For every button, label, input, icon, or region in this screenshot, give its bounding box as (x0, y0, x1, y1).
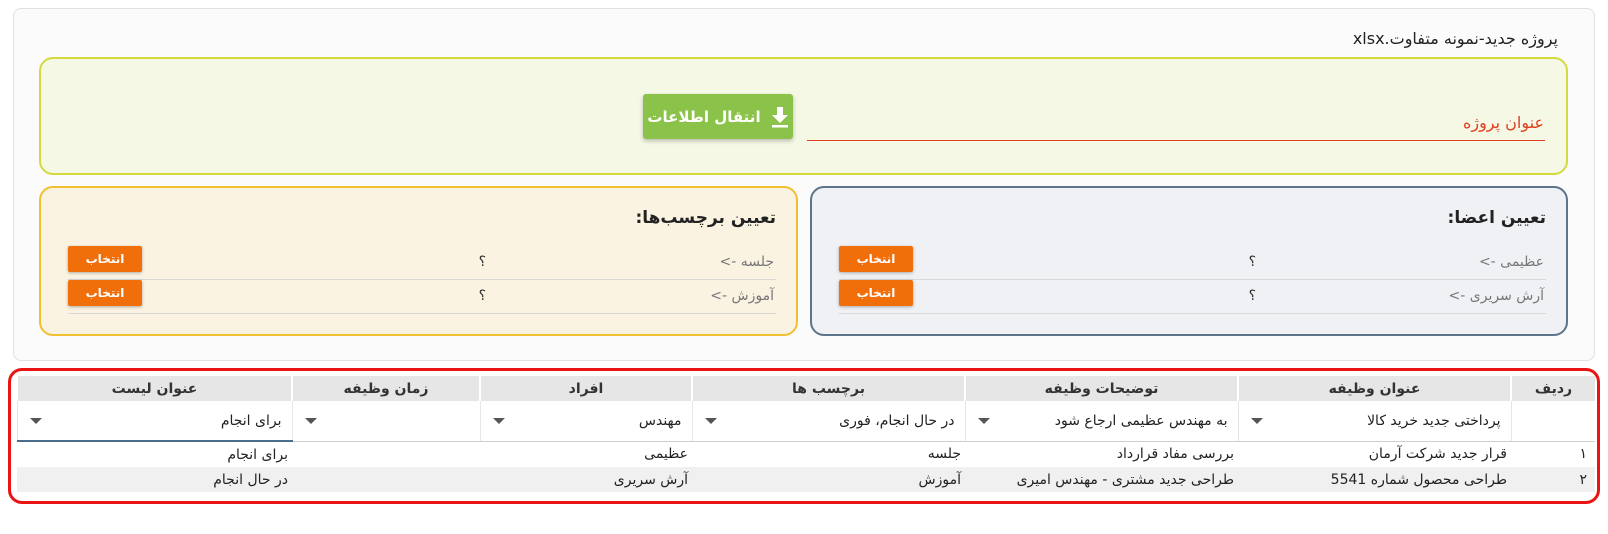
tag-name: آموزش -> (710, 288, 774, 304)
select-value: در حال انجام، فوری (839, 412, 955, 429)
tags-panel-title: تعیین برچسب‌ها: (635, 208, 776, 228)
column-header-task-title: عنوان وظیفه (1237, 376, 1511, 401)
members-panel-title: تعیین اعضا: (1447, 208, 1546, 228)
tag-status: ؟ (478, 288, 486, 304)
task-title-select[interactable]: پرداختی جدید خرید کالا (1237, 401, 1511, 442)
people-select[interactable]: مهندس (479, 401, 692, 442)
tag-row: جلسه -> ؟ انتخاب (68, 245, 776, 280)
select-value: پرداختی جدید خرید کالا (1367, 412, 1501, 429)
select-member-button[interactable]: انتخاب (839, 280, 913, 306)
table-header-row: ردیف عنوان وظیفه توضیحات وظیفه برچسب ها … (16, 376, 1595, 401)
member-status: ؟ (1248, 288, 1256, 304)
chevron-down-icon (977, 417, 990, 424)
select-value: برای انجام (220, 412, 282, 429)
tag-row: آموزش -> ؟ انتخاب (68, 279, 776, 314)
task-preview-table: ردیف عنوان وظیفه توضیحات وظیفه برچسب ها … (16, 376, 1595, 492)
tags-panel: تعیین برچسب‌ها: جلسه -> ؟ انتخاب آموزش -… (39, 186, 798, 336)
select-value: به مهندس عظیمی ارجاع شود (1054, 412, 1228, 429)
list-title-select[interactable]: برای انجام (16, 401, 292, 442)
tags-cell: آموزش (692, 467, 965, 492)
column-mapping-row: پرداختی جدید خرید کالا به مهندس عظیمی ار… (16, 401, 1595, 442)
task-description-cell: طراحی جدید مشتری - مهندس امیری (965, 467, 1238, 492)
member-row: آرش سریری -> ؟ انتخاب (839, 279, 1546, 314)
row-number-cell: ۲ (1511, 467, 1595, 492)
task-title-cell: قرار جدید شرکت آرمان (1238, 441, 1511, 467)
column-header-list-title: عنوان لیست (16, 376, 292, 401)
members-panel: تعیین اعضا: عظیمی -> ؟ انتخاب آرش سریری … (810, 186, 1568, 336)
tags-cell: جلسه (692, 441, 965, 467)
row-number-cell: ۱ (1511, 441, 1595, 467)
task-time-cell (292, 441, 480, 467)
list-title-cell: برای انجام (17, 441, 292, 467)
column-header-row-number: ردیف (1510, 376, 1595, 401)
chevron-down-icon (29, 417, 42, 424)
column-header-task-description: توضیحات وظیفه (964, 376, 1238, 401)
member-name: عظیمی -> (1478, 254, 1544, 270)
task-description-cell: بررسی مفاد قرارداد (965, 441, 1238, 467)
chevron-down-icon (1250, 417, 1263, 424)
member-status: ؟ (1248, 254, 1256, 270)
people-cell: عظیمی (480, 441, 692, 467)
tags-select[interactable]: در حال انجام، فوری (691, 401, 965, 442)
chevron-down-icon (492, 417, 505, 424)
chevron-down-icon (304, 417, 317, 424)
transfer-data-label: انتقال اطلاعات (647, 107, 761, 126)
chevron-down-icon (704, 417, 717, 424)
file-name: پروژه جدید-نمونه متفاوت.xlsx (1352, 29, 1558, 48)
tag-name: جلسه -> (719, 254, 774, 270)
project-box (39, 57, 1568, 175)
tag-status: ؟ (478, 254, 486, 270)
table-row: ۲ طراحی محصول شماره 5541 طراحی جدید مشتر… (17, 467, 1595, 492)
select-tag-button[interactable]: انتخاب (68, 280, 142, 306)
table-row: ۱ قرار جدید شرکت آرمان بررسی مفاد قراردا… (17, 441, 1595, 467)
task-time-cell (292, 467, 480, 492)
column-header-people: افراد (479, 376, 692, 401)
download-icon (771, 106, 788, 127)
task-title-cell: طراحی محصول شماره 5541 (1238, 467, 1511, 492)
project-title-input-underline[interactable] (807, 140, 1545, 141)
people-cell: آرش سریری (480, 467, 692, 492)
select-tag-button[interactable]: انتخاب (68, 246, 142, 272)
task-time-select[interactable] (291, 401, 480, 442)
select-value: مهندس (638, 412, 682, 429)
select-member-button[interactable]: انتخاب (839, 246, 913, 272)
column-header-tags: برچسب ها (691, 376, 965, 401)
list-title-cell: در حال انجام (17, 467, 292, 492)
task-description-select[interactable]: به مهندس عظیمی ارجاع شود (964, 401, 1238, 442)
row-number-filter-cell (1510, 401, 1595, 442)
transfer-data-button[interactable]: انتقال اطلاعات (643, 94, 793, 139)
project-title-label[interactable]: عنوان پروژه (1463, 113, 1544, 132)
column-header-task-time: زمان وظیفه (291, 376, 480, 401)
member-row: عظیمی -> ؟ انتخاب (839, 245, 1546, 280)
member-name: آرش سریری -> (1448, 288, 1544, 304)
